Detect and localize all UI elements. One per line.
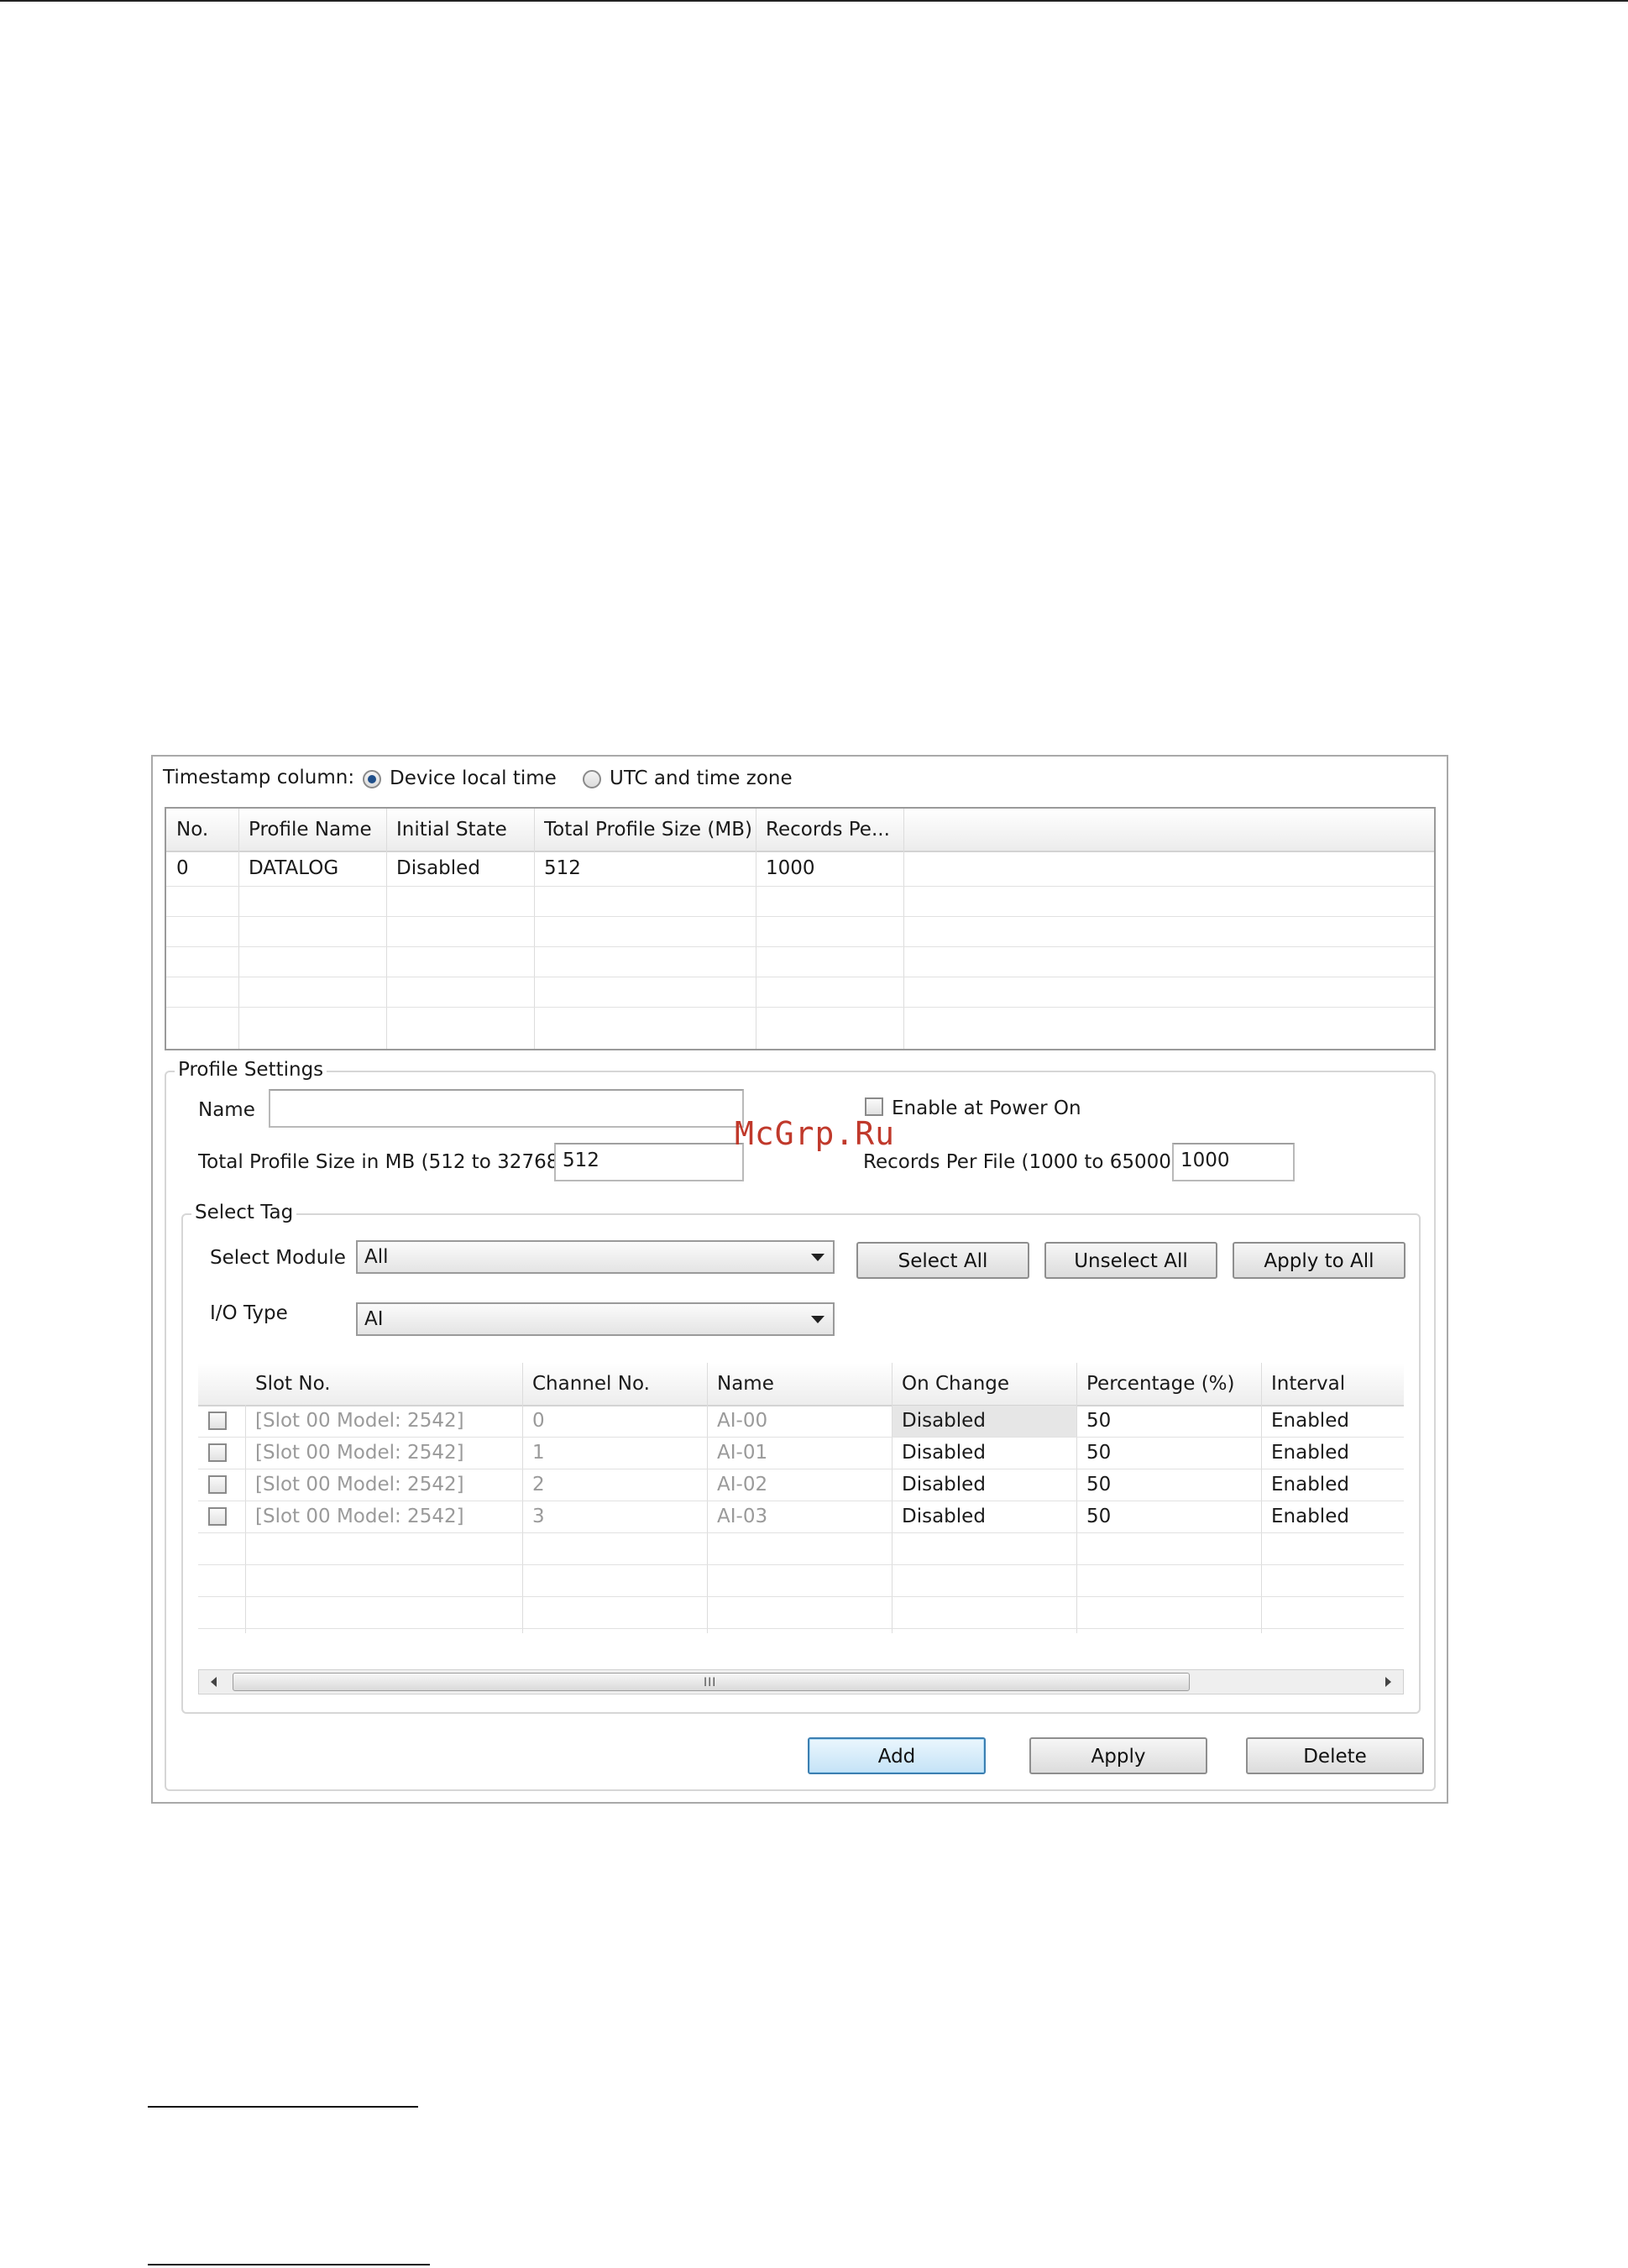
timestamp-label: Timestamp column:	[163, 767, 355, 788]
on-change-cell[interactable]: Disabled	[902, 1506, 986, 1527]
tag-grid-header: Slot No. Channel No. Name On Change Perc…	[198, 1363, 1404, 1406]
scroll-right-arrow-icon[interactable]	[1385, 1677, 1391, 1687]
select-module-label: Select Module	[210, 1247, 346, 1269]
radio-utc-time-zone[interactable]	[583, 770, 601, 788]
add-button[interactable]: Add	[808, 1737, 986, 1774]
profile-settings-title: Profile Settings	[175, 1059, 327, 1081]
header-percentage[interactable]: Percentage (%)	[1086, 1373, 1235, 1395]
footnote-rule	[148, 2264, 430, 2265]
select-all-button[interactable]: Select All	[856, 1242, 1029, 1279]
profile-initial-state-cell: Disabled	[396, 857, 480, 879]
header-interval[interactable]: Interval	[1271, 1373, 1345, 1395]
apply-to-all-button[interactable]: Apply to All	[1233, 1242, 1406, 1279]
header-slot-no[interactable]: Slot No.	[255, 1373, 331, 1395]
slot-cell: [Slot 00 Model: 2542]	[255, 1506, 464, 1527]
name-cell: AI-01	[717, 1442, 768, 1464]
slot-cell: [Slot 00 Model: 2542]	[255, 1442, 464, 1464]
radio-device-local-time[interactable]	[363, 770, 381, 788]
header-on-change[interactable]: On Change	[902, 1373, 1009, 1395]
channel-cell: 0	[532, 1410, 545, 1432]
header-records-per-file[interactable]: Records Pe...	[766, 819, 900, 841]
horizontal-scrollbar[interactable]: III	[198, 1669, 1404, 1694]
tag-grid[interactable]: Slot No. Channel No. Name On Change Perc…	[198, 1363, 1404, 1633]
interval-cell[interactable]: Enabled	[1271, 1506, 1349, 1527]
header-initial-state[interactable]: Initial State	[396, 819, 507, 841]
header-channel-no[interactable]: Channel No.	[532, 1373, 650, 1395]
name-label: Name	[198, 1099, 255, 1121]
watermark: McGrp.Ru	[735, 1115, 896, 1152]
row-checkbox[interactable]	[208, 1507, 227, 1526]
scrollbar-thumb[interactable]: III	[233, 1673, 1190, 1691]
select-tag-title: Select Tag	[191, 1202, 297, 1223]
on-change-cell[interactable]: Disabled	[902, 1442, 986, 1464]
page-top-rule	[0, 0, 1628, 2]
percentage-cell[interactable]: 50	[1086, 1506, 1111, 1527]
enable-at-power-on-checkbox[interactable]	[865, 1097, 883, 1116]
channel-cell: 2	[532, 1474, 545, 1495]
profile-table-header: No. Profile Name Initial State Total Pro…	[166, 809, 1434, 852]
io-type-value: AI	[364, 1308, 384, 1330]
row-checkbox[interactable]	[208, 1475, 227, 1494]
row-checkbox[interactable]	[208, 1443, 227, 1462]
radio-utc-time-zone-label[interactable]: UTC and time zone	[610, 767, 793, 789]
interval-cell[interactable]: Enabled	[1271, 1474, 1349, 1495]
name-cell: AI-02	[717, 1474, 768, 1495]
records-per-file-input[interactable]: 1000	[1172, 1143, 1295, 1181]
header-name[interactable]: Name	[717, 1373, 774, 1395]
channel-cell: 1	[532, 1442, 545, 1464]
io-type-label: I/O Type	[210, 1302, 288, 1324]
percentage-cell[interactable]: 50	[1086, 1442, 1111, 1464]
apply-button[interactable]: Apply	[1029, 1737, 1207, 1774]
scroll-left-arrow-icon[interactable]	[211, 1677, 217, 1687]
on-change-cell[interactable]: Disabled	[902, 1410, 986, 1432]
radio-device-local-time-label[interactable]: Device local time	[390, 767, 557, 789]
chevron-down-icon	[811, 1316, 824, 1323]
profile-size-cell: 512	[544, 857, 581, 879]
slot-cell: [Slot 00 Model: 2542]	[255, 1474, 464, 1495]
percentage-cell[interactable]: 50	[1086, 1474, 1111, 1495]
io-type-dropdown[interactable]: AI	[356, 1302, 835, 1336]
select-module-dropdown[interactable]: All	[356, 1240, 835, 1274]
on-change-cell[interactable]: Disabled	[902, 1474, 986, 1495]
total-size-label: Total Profile Size in MB (512 to 32768)	[198, 1151, 567, 1173]
row-checkbox[interactable]	[208, 1412, 227, 1430]
name-input[interactable]	[269, 1089, 744, 1128]
percentage-cell[interactable]: 50	[1086, 1410, 1111, 1432]
channel-cell: 3	[532, 1506, 545, 1527]
header-profile-name[interactable]: Profile Name	[249, 819, 372, 841]
records-per-file-label: Records Per File (1000 to 65000)	[863, 1151, 1179, 1173]
datalog-profile-dialog: Timestamp column: Device local time UTC …	[151, 755, 1448, 1804]
footnote-rule	[148, 2106, 418, 2108]
header-total-profile-size[interactable]: Total Profile Size (MB)	[544, 819, 752, 841]
interval-cell[interactable]: Enabled	[1271, 1442, 1349, 1464]
delete-button[interactable]: Delete	[1246, 1737, 1424, 1774]
name-cell: AI-00	[717, 1410, 768, 1432]
profile-table[interactable]: No. Profile Name Initial State Total Pro…	[165, 807, 1436, 1050]
name-cell: AI-03	[717, 1506, 768, 1527]
profile-records-cell: 1000	[766, 857, 815, 879]
total-size-input[interactable]: 512	[554, 1143, 744, 1181]
interval-cell[interactable]: Enabled	[1271, 1410, 1349, 1432]
profile-no-cell: 0	[176, 857, 189, 879]
chevron-down-icon	[811, 1254, 824, 1261]
slot-cell: [Slot 00 Model: 2542]	[255, 1410, 464, 1432]
header-no[interactable]: No.	[176, 819, 208, 841]
profile-name-cell: DATALOG	[249, 857, 339, 879]
select-module-value: All	[364, 1246, 389, 1268]
scroll-grip-icon: III	[704, 1676, 717, 1689]
unselect-all-button[interactable]: Unselect All	[1044, 1242, 1217, 1279]
enable-at-power-on-label[interactable]: Enable at Power On	[892, 1097, 1081, 1119]
